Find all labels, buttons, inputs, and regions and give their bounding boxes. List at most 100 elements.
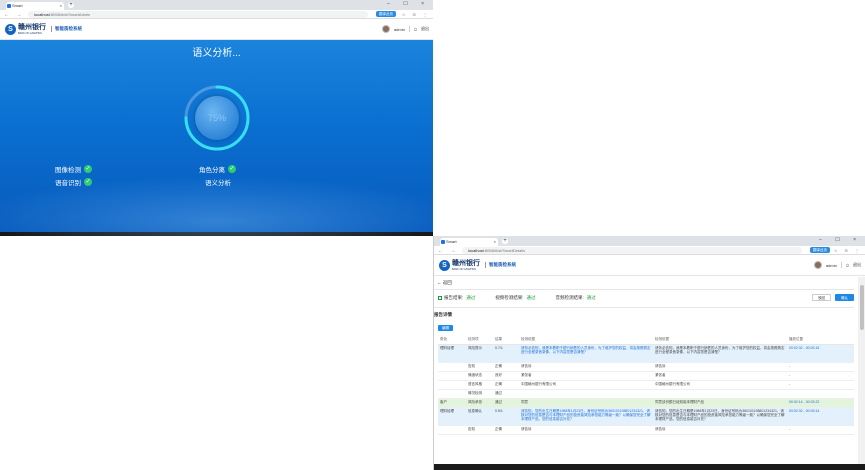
table-cell-pos: -: [787, 362, 854, 372]
translate-badge[interactable]: 翻译此页: [810, 247, 830, 253]
result-summary: 报告结果: 通过 视频检测结果: 通过 音频检测结果: 通过: [438, 295, 596, 301]
url-path: :8058/#/sl/SmartAdmin: [49, 12, 91, 17]
bank-logo: S 赣州银行 BANK OF GANZHOU: [439, 259, 480, 272]
url-path: :8058/#/sl/SmartDetails: [483, 248, 526, 253]
table-cell-text: [653, 389, 787, 399]
table-cell-role: [438, 371, 466, 381]
result-report: 报告结果: 通过: [438, 295, 475, 301]
step-speech-recognition: 语音识别 ✓: [55, 177, 92, 187]
bank-name: 赣州银行: [18, 24, 46, 31]
logout-button[interactable]: 退出: [853, 262, 861, 268]
table-cell-result: 正确: [493, 425, 519, 435]
table-cell-basis: 请务必告知，我是本着职于银行销售的人员身份，为了维护您的权益，将会按照规定进行全…: [519, 344, 653, 363]
power-icon[interactable]: ⏻: [846, 263, 849, 268]
tab-strip: Smart × + – ☐ ×: [0, 0, 433, 10]
logout-button[interactable]: 退出: [421, 26, 429, 32]
favicon-icon: [441, 240, 445, 244]
result-label: 视频检测结果:: [495, 295, 524, 300]
tab-title: Smart: [12, 3, 23, 8]
avatar[interactable]: [813, 261, 822, 269]
table-cell-basis: [519, 389, 653, 399]
table-cell-result: 通过: [493, 389, 519, 399]
url-field[interactable]: localhost:8058/#/sl/SmartDetails: [462, 247, 802, 254]
tab-close-icon[interactable]: ×: [60, 2, 62, 10]
browser-window-analysis: Smart × + – ☐ × ← → ⟳ localhost:8058/#/s…: [0, 0, 433, 236]
step-label: 角色分离: [199, 167, 225, 174]
table-cell-pos: 00:02:32 - 00:03:14: [787, 407, 854, 426]
username: admin: [393, 26, 405, 32]
browser-menu-icons[interactable]: ☆ ⊙ ⋮: [402, 12, 430, 17]
system-name: 智能质检系统: [485, 262, 516, 268]
bank-logo-icon: S: [439, 260, 450, 271]
window-controls[interactable]: – ☐ ×: [387, 1, 430, 7]
bank-logo: S 赣州银行 BANK OF GANZHOU: [5, 23, 46, 36]
address-bar-row: ← → ⟳ localhost:8058/#/sl/SmartAdmin 翻译此…: [0, 10, 433, 19]
table-cell-pos: [787, 389, 854, 399]
tab-close-icon[interactable]: ×: [494, 238, 496, 246]
table-cell-basis: 紧张者: [519, 371, 653, 381]
details-page: ← 返回 报告结果: 通过 视频检测结果: 通过 音频检测结果: 通过 驳回 确认 报…: [434, 277, 865, 464]
check-icon: ✓: [228, 165, 236, 173]
column-header: 检测依据: [653, 335, 787, 345]
back-link[interactable]: ← 返回: [437, 280, 452, 286]
browser-menu-icons[interactable]: ☆ ⊙ ⋮: [834, 248, 862, 253]
table-cell-role: 理财经理: [438, 407, 466, 426]
bank-name-en: BANK OF GANZHOU: [452, 268, 477, 271]
scrollbar-thumb[interactable]: [860, 285, 864, 330]
table-cell-text: 请告诉: [653, 362, 787, 372]
table-cell-basis: 中国赣州银行有限公司: [519, 380, 653, 390]
browser-tab[interactable]: Smart ×: [440, 238, 498, 246]
table-cell-result: 良好: [493, 371, 519, 381]
table-cell-text: 请告知，您的出生日期是1988年1月23日，身份证号码为360101198801…: [653, 407, 787, 426]
table-cell-role: [438, 380, 466, 390]
step-role-separation: 角色分离 ✓: [199, 164, 236, 174]
browser-window-details: Smart × + – ☐ × ← → ⟳ localhost:8058/#/s…: [433, 236, 865, 470]
power-icon[interactable]: ⏻: [414, 27, 417, 32]
url-field[interactable]: localhost:8058/#/sl/SmartAdmin: [28, 11, 368, 18]
translate-badge[interactable]: 翻译此页: [376, 11, 396, 17]
new-tab-button[interactable]: +: [68, 2, 74, 8]
reject-button[interactable]: 驳回: [812, 294, 831, 301]
edit-button[interactable]: 编辑: [438, 325, 453, 331]
table-row: 理财经理 风险提示 0.7/1 请务必告知，我是本着职于银行销售的人员身份，为了维护您…: [438, 344, 854, 363]
avatar[interactable]: [381, 25, 390, 33]
action-buttons: 驳回 确认: [812, 294, 854, 301]
result-value: 通过: [466, 295, 476, 300]
table-row: 语言风格 正确 中国赣州银行有限公司 中国赣州银行有限公司 -: [438, 380, 854, 390]
check-icon: ✓: [84, 165, 92, 173]
scrollbar[interactable]: [858, 277, 865, 464]
table-header-row: 角色 检测项 结果 检测依据 检测依据 播放位置: [438, 335, 854, 345]
table-cell-item: 信息确认: [466, 407, 493, 426]
window-controls[interactable]: – ☐ ×: [819, 237, 862, 243]
table-cell-text: 紧张者: [653, 371, 787, 381]
table-cell-result: 0.5/1: [493, 407, 519, 426]
table-cell-result: 0.7/1: [493, 344, 519, 363]
divider: [434, 307, 854, 308]
browser-tab[interactable]: Smart ×: [6, 2, 64, 10]
analysis-title: 语义分析...: [192, 48, 241, 59]
bank-name-en: BANK OF GANZHOU: [18, 32, 43, 35]
address-bar-row: ← → ⟳ localhost:8058/#/sl/SmartDetails 翻…: [434, 246, 865, 255]
progress-ring: 75%: [183, 84, 251, 152]
table-cell-result: 正确: [493, 380, 519, 390]
table-cell-item: 情绪状态: [466, 371, 493, 381]
check-icon: ✓: [84, 178, 92, 186]
user-area: admin ⏻ 退出: [381, 25, 429, 33]
table-cell-pos: 00:02:14 - 00:03:22: [787, 398, 854, 408]
table-cell-item: 情况检测: [466, 389, 493, 399]
confirm-button[interactable]: 确认: [835, 294, 854, 301]
new-tab-button[interactable]: +: [502, 238, 508, 244]
table-row: 告知 正确 请告诉 请告诉 -: [438, 425, 854, 435]
table-cell-basis: 请告诉: [519, 362, 653, 372]
column-header: 检测依据: [519, 335, 653, 345]
table-cell-pos: -: [787, 425, 854, 435]
url-host: localhost: [34, 12, 50, 17]
table-cell-basis: 请告诉: [519, 425, 653, 435]
table-row: 客户 风险承担 通过 同意 同意该份额已经知晓本理财产品 00:02:14 - 00:03…: [438, 398, 854, 408]
table-cell-role: [438, 362, 466, 372]
table-cell-basis: 同意: [519, 398, 653, 408]
user-area: admin ⏻ 退出: [813, 261, 861, 269]
step-semantic-analysis: 语义分析: [205, 177, 231, 187]
app-header: S 赣州银行 BANK OF GANZHOU 智能质检系统 admin ⏻ 退出: [0, 19, 433, 40]
username: admin: [825, 262, 837, 268]
